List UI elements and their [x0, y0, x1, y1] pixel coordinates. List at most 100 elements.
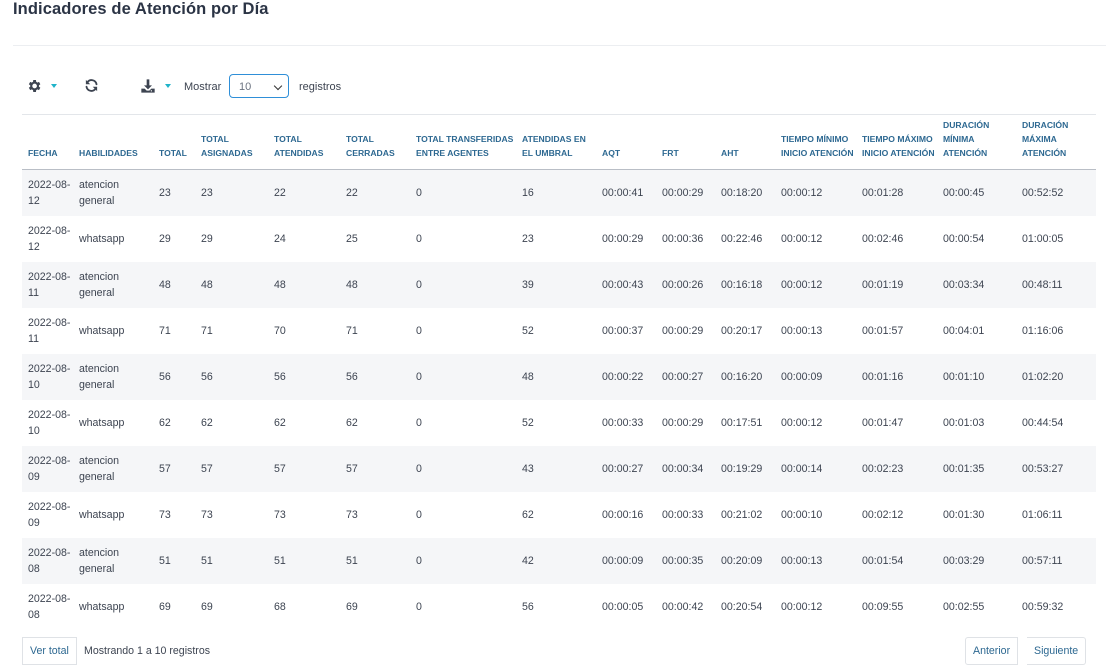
table-cell: 0 [410, 261, 516, 308]
column-header: ATENDIDAS EN EL UMBRAL [516, 114, 596, 170]
indicators-table: FECHA HABILIDADES TOTAL TOTAL ASIGNADAS TOTA… [22, 114, 1096, 630]
table-cell: 48 [153, 261, 195, 308]
table-cell: 56 [340, 353, 410, 400]
table-cell: whatsapp [79, 232, 125, 245]
table-cell: 00:53:27 [1016, 445, 1096, 492]
table-cell: 00:01:35 [937, 445, 1016, 492]
table-cell: 56 [195, 353, 268, 400]
table-cell: 71 [159, 324, 171, 337]
table-cell: 0 [410, 537, 516, 584]
table-cell: 56 [268, 353, 340, 400]
table-cell: 01:00:05 [1022, 232, 1064, 245]
table-cell: 00:01:28 [856, 169, 937, 216]
table-cell: 2022-08-09 [22, 445, 73, 492]
table-cell: 00:00:27 [656, 353, 715, 400]
table-cell: 00:00:29 [662, 416, 704, 429]
table-cell: 00:02:12 [862, 508, 904, 521]
table-cell: 56 [522, 600, 534, 613]
table-cell: 00:01:47 [862, 416, 904, 429]
table-cell: 00:00:34 [656, 445, 715, 492]
table-cell: 0 [410, 169, 516, 216]
table-cell: 00:01:16 [856, 353, 937, 400]
table-row: 2022-08-08 whatsapp 69 69 68 69 0 56 00:00:05 00:… [22, 584, 1096, 630]
table-row: 2022-08-09 atencion general 57 57 57 57 0 43 00:… [22, 445, 1096, 492]
chevron-down-icon [273, 81, 283, 91]
table-cell: 2022-08-08 [22, 537, 73, 584]
column-header: TIEMPO MÁXIMO INICIO ATENCIÓN [856, 114, 937, 170]
records-label: registros [299, 81, 342, 93]
table-cell: 00:02:23 [856, 445, 937, 492]
page-size-select[interactable]: 10 [229, 74, 289, 98]
table-cell: 57 [268, 445, 340, 492]
table-cell: 01:06:11 [1022, 508, 1063, 521]
table-cell: whatsapp [79, 324, 125, 337]
table-cell: 00:00:33 [602, 416, 644, 429]
table-row: 2022-08-11 whatsapp 71 71 70 71 0 52 00:00:37 00:… [22, 308, 1096, 354]
settings-dropdown[interactable] [26, 78, 57, 94]
table-cell: 00:20:54 [721, 600, 763, 613]
table-cell: 52 [522, 416, 534, 429]
table-cell: 00:00:41 [596, 169, 656, 216]
table-cell: 00:01:19 [856, 261, 937, 308]
column-header: TIEMPO MÍNIMO INICIO ATENCIÓN [775, 114, 856, 170]
table-cell: 0 [410, 353, 516, 400]
table-cell: 73 [274, 508, 286, 521]
table-cell: 70 [274, 324, 286, 337]
table-cell: 2022-08-12 [28, 224, 71, 253]
next-page-button[interactable]: Siguiente [1027, 637, 1087, 665]
table-cell: 57 [195, 445, 268, 492]
column-header: TOTAL ATENDIDAS [268, 114, 340, 170]
table-cell: 00:22:46 [721, 232, 763, 245]
table-cell: 48 [268, 261, 340, 308]
table-cell: 00:00:10 [781, 508, 823, 521]
view-total-button[interactable]: Ver total [22, 637, 77, 665]
column-header: TOTAL ASIGNADAS [195, 114, 268, 170]
table-cell: 00:00:54 [943, 232, 985, 245]
refresh-button[interactable] [84, 78, 99, 93]
table-row: 2022-08-11 atencion general 48 48 48 48 0 39 00:… [22, 261, 1096, 308]
table-cell: 48 [195, 261, 268, 308]
table-cell: 00:00:16 [602, 508, 644, 521]
table-cell: 16 [516, 169, 596, 216]
table-cell: 00:00:12 [775, 169, 856, 216]
table-cell: 0 [416, 232, 422, 245]
table-row: 2022-08-12 whatsapp 29 29 24 25 0 23 00:00:29 00:… [22, 216, 1096, 262]
table-cell: 00:03:34 [937, 261, 1016, 308]
table-cell: 73 [346, 508, 358, 521]
table-row: 2022-08-10 atencion general 56 56 56 56 0 48 00:… [22, 353, 1096, 400]
table-cell: 00:00:37 [602, 324, 644, 337]
table-cell: 62 [522, 508, 534, 521]
page-size-value: 10 [239, 81, 252, 93]
table-cell: 48 [516, 353, 596, 400]
table-cell: 25 [346, 232, 358, 245]
refresh-icon [85, 79, 98, 92]
table-cell: 24 [274, 232, 286, 245]
page-title: Indicadores de Atención por Día [13, 0, 269, 18]
previous-page-button[interactable]: Anterior [965, 637, 1019, 665]
table-cell: 00:00:27 [596, 445, 656, 492]
table-cell: 0 [416, 600, 422, 613]
table-cell: 69 [159, 600, 171, 613]
table-cell: 22 [340, 169, 410, 216]
table-cell: 00:44:54 [1022, 416, 1064, 429]
table-cell: 00:59:32 [1022, 600, 1064, 613]
table-cell: 0 [416, 324, 422, 337]
table-cell: 68 [274, 600, 286, 613]
table-cell: 00:00:29 [656, 169, 715, 216]
table-cell: 00:00:12 [775, 261, 856, 308]
table-cell: 2022-08-12 [22, 169, 73, 216]
table-cell: 00:00:42 [662, 600, 704, 613]
table-cell: 29 [201, 232, 213, 245]
gear-icon [28, 80, 41, 92]
table-cell: atencion general [73, 353, 153, 400]
column-header: FRT [656, 114, 715, 170]
table-cell: 00:00:36 [662, 232, 704, 245]
download-dropdown[interactable] [140, 78, 171, 94]
table-cell: 71 [346, 324, 358, 337]
table-cell: 71 [201, 324, 213, 337]
table-cell: 00:01:10 [937, 353, 1016, 400]
table-cell: 39 [516, 261, 596, 308]
table-cell: atencion general [73, 445, 153, 492]
table-cell: 00:16:20 [715, 353, 775, 400]
table-cell: 01:02:20 [1016, 353, 1096, 400]
